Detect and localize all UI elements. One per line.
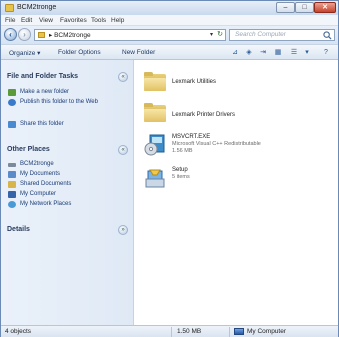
menu-tools[interactable]: Tools	[91, 17, 106, 24]
network-icon	[8, 201, 16, 208]
status-divider	[171, 327, 172, 337]
file-name: Lexmark Utilities	[172, 79, 217, 85]
file-item[interactable]: Lexmark Utilities	[142, 70, 332, 98]
collapse-icon[interactable]: «	[118, 145, 128, 155]
file-name: MSVCRT.EXE	[172, 134, 211, 140]
organize-button[interactable]: Organize ▾	[9, 49, 40, 57]
chevron-down-icon[interactable]: ▾	[210, 31, 213, 38]
back-button[interactable]: ‹	[4, 28, 17, 41]
task-label: Share this folder	[20, 121, 64, 127]
new-folder-icon	[8, 89, 16, 96]
address-path: ▸ BCM2tronge	[49, 32, 91, 39]
refresh-icon[interactable]: ↻	[217, 30, 223, 38]
command-bar: Organize ▾ Folder Options New Folder ⊿ ◈…	[1, 44, 338, 60]
place-label: My Network Places	[20, 201, 72, 207]
file-list: Lexmark Utilities Lexmark Printer Driver…	[134, 60, 338, 325]
maximize-button[interactable]: □	[295, 2, 314, 13]
menu-bar: File Edit View Favorites Tools Help	[1, 15, 338, 26]
status-size: 1.50 MB	[177, 328, 202, 335]
file-size: 1.56 MB	[172, 148, 193, 154]
file-folder-tasks-heading[interactable]: File and Folder Tasks	[7, 73, 78, 80]
share-folder-icon	[8, 121, 16, 128]
publish-web-icon	[8, 99, 16, 106]
expand-icon[interactable]: »	[118, 225, 128, 235]
menu-view[interactable]: View	[39, 17, 53, 24]
address-bar[interactable]: ▸ BCM2tronge ▾ ↻	[34, 29, 226, 41]
up-folder-icon[interactable]: ⊿	[230, 48, 240, 57]
task-pane: File and Folder Tasks « Make a new folde…	[1, 60, 134, 325]
file-item[interactable]: Lexmark Printer Drivers	[142, 101, 332, 129]
file-description: Microsoft Visual C++ Redistributable	[172, 141, 261, 147]
setup-icon	[145, 169, 165, 188]
menu-help[interactable]: Help	[111, 17, 124, 24]
status-bar: 4 objects 1.50 MB My Computer	[1, 325, 338, 337]
title-bar[interactable]: BCM2tronge – □ ✕	[1, 1, 338, 15]
folder-icon	[38, 32, 45, 38]
forward-button[interactable]: ›	[18, 28, 31, 41]
file-item[interactable]: MSVCRT.EXE Microsoft Visual C++ Redistri…	[142, 132, 332, 160]
search-placeholder: Search Computer	[235, 31, 286, 38]
computer-icon	[8, 191, 16, 198]
place-label: Shared Documents	[20, 181, 72, 187]
explorer-window: BCM2tronge – □ ✕ File Edit View Favorite…	[0, 0, 339, 337]
place-label: My Computer	[20, 191, 57, 197]
documents-icon	[8, 171, 16, 178]
computer-icon	[234, 328, 244, 335]
views-icon[interactable]: ▦	[273, 48, 283, 57]
status-object-count: 4 objects	[5, 328, 32, 335]
address-row: ‹ › ▸ BCM2tronge ▾ ↻ Search Computer	[1, 26, 338, 44]
folder-options-button[interactable]: Folder Options	[58, 49, 101, 56]
chevron-down-icon[interactable]: ▾	[302, 48, 312, 57]
help-icon[interactable]: ?	[321, 48, 331, 57]
folder-icon	[144, 103, 166, 122]
drive-icon	[8, 163, 16, 167]
place-label: BCM2tronge	[20, 161, 54, 167]
copy-icon[interactable]: ◈	[244, 48, 254, 57]
file-item[interactable]: Setup 5 items	[142, 165, 332, 193]
menu-edit[interactable]: Edit	[21, 17, 32, 24]
task-label: Make a new folder	[20, 89, 70, 95]
file-name: Setup	[172, 167, 188, 173]
details-view-icon[interactable]: ☰	[289, 48, 299, 57]
minimize-button[interactable]: –	[276, 2, 295, 13]
move-icon[interactable]: ⇥	[258, 48, 268, 57]
new-folder-button[interactable]: New Folder	[122, 49, 155, 56]
file-description: 5 items	[172, 174, 190, 180]
collapse-icon[interactable]: «	[118, 72, 128, 82]
task-label: Publish this folder to the Web	[20, 99, 98, 105]
menu-favorites[interactable]: Favorites	[60, 17, 87, 24]
installer-icon	[144, 134, 165, 156]
other-places-heading[interactable]: Other Places	[7, 146, 50, 153]
details-heading[interactable]: Details	[7, 226, 30, 233]
window-title: BCM2tronge	[17, 4, 57, 11]
close-button[interactable]: ✕	[314, 2, 336, 13]
file-name: Lexmark Printer Drivers	[172, 112, 236, 118]
status-divider	[229, 327, 230, 337]
folder-icon	[5, 4, 14, 12]
search-input[interactable]: Search Computer	[229, 29, 335, 41]
shared-documents-icon	[8, 181, 16, 188]
status-location: My Computer	[247, 328, 287, 335]
menu-file[interactable]: File	[5, 17, 15, 24]
folder-icon	[144, 72, 166, 91]
search-icon[interactable]	[323, 31, 332, 40]
place-label: My Documents	[20, 171, 61, 177]
